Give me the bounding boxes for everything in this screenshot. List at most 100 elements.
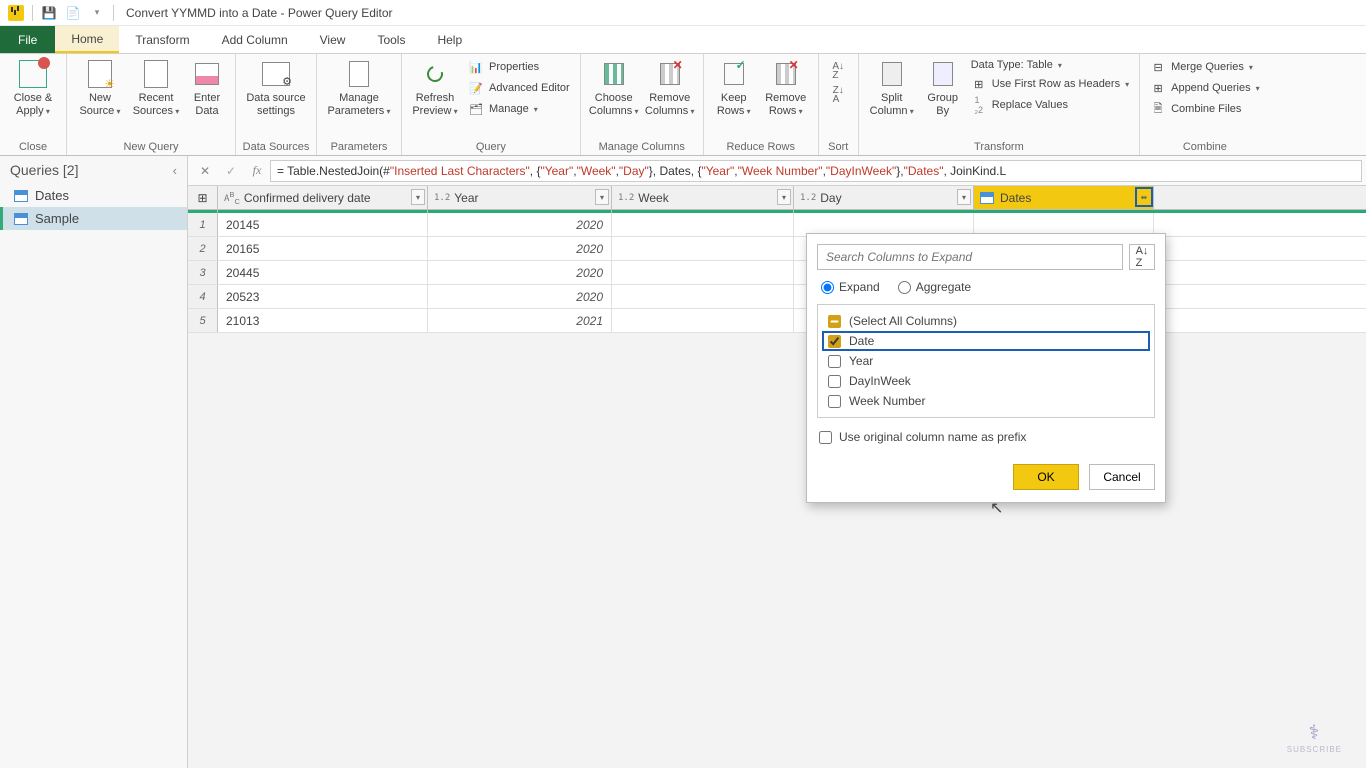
window-title: Convert YYMMD into a Date - Power Query … bbox=[126, 6, 393, 20]
cancel-button[interactable]: Cancel bbox=[1089, 464, 1155, 490]
column-header-day[interactable]: 1.2Day▾ bbox=[794, 186, 974, 209]
merge-queries-button[interactable]: ⊟Merge Queries bbox=[1146, 58, 1264, 76]
cell-confirmed[interactable]: 20145 bbox=[218, 213, 428, 236]
subscribe-watermark: ⚕SUBSCRIBE bbox=[1287, 720, 1342, 754]
check-use-prefix[interactable]: Use original column name as prefix bbox=[819, 430, 1153, 444]
group-close-label: Close bbox=[6, 139, 60, 155]
query-item-dates[interactable]: Dates bbox=[0, 184, 187, 207]
formula-bar: ✕ ✓ fx = Table.NestedJoin(#"Inserted Las… bbox=[188, 156, 1366, 186]
tab-add-column[interactable]: Add Column bbox=[206, 26, 304, 53]
fx-icon[interactable]: fx bbox=[244, 160, 270, 182]
group-by-button[interactable]: Group By bbox=[921, 56, 965, 119]
refresh-preview-button[interactable]: Refresh Preview bbox=[408, 56, 462, 119]
cell-confirmed[interactable]: 20165 bbox=[218, 237, 428, 260]
filter-dropdown-icon[interactable]: ▾ bbox=[957, 189, 971, 205]
search-columns-input[interactable] bbox=[817, 244, 1123, 270]
manage-parameters-button[interactable]: Manage Parameters bbox=[323, 56, 395, 119]
first-row-headers-button[interactable]: ⊞Use First Row as Headers bbox=[967, 75, 1133, 93]
remove-columns-button[interactable]: Remove Columns bbox=[643, 56, 697, 119]
ribbon: Close & Apply Close New Source Recent So… bbox=[0, 54, 1366, 156]
accept-formula-icon[interactable]: ✓ bbox=[218, 160, 244, 182]
filter-dropdown-icon[interactable]: ▾ bbox=[777, 189, 791, 205]
tab-transform[interactable]: Transform bbox=[119, 26, 205, 53]
select-all-icon[interactable]: ⊞ bbox=[188, 186, 218, 209]
save-icon[interactable]: 💾 bbox=[40, 4, 58, 22]
table-icon bbox=[14, 190, 28, 202]
table-row[interactable]: 4 20523 2020 bbox=[188, 285, 1366, 309]
properties-button[interactable]: 📊Properties bbox=[464, 58, 574, 76]
cell-confirmed[interactable]: 20523 bbox=[218, 285, 428, 308]
manage-button[interactable]: 🗂Manage bbox=[464, 100, 574, 118]
tab-tools[interactable]: Tools bbox=[361, 26, 421, 53]
ribbon-tabs: File Home Transform Add Column View Tool… bbox=[0, 26, 1366, 54]
append-queries-button[interactable]: ⊞Append Queries bbox=[1146, 79, 1264, 97]
queries-pane: Queries [2] ‹ Dates Sample bbox=[0, 156, 188, 768]
tab-home[interactable]: Home bbox=[55, 26, 119, 53]
data-source-settings-button[interactable]: Data source settings bbox=[242, 56, 310, 119]
cancel-formula-icon[interactable]: ✕ bbox=[192, 160, 218, 182]
table-row[interactable]: 2 20165 2020 bbox=[188, 237, 1366, 261]
sort-desc-button[interactable]: Z↓A bbox=[833, 86, 844, 104]
radio-aggregate[interactable]: Aggregate bbox=[898, 280, 971, 294]
query-item-sample[interactable]: Sample bbox=[0, 207, 187, 230]
filter-dropdown-icon[interactable]: ▾ bbox=[595, 189, 609, 205]
combine-files-button[interactable]: 🗎Combine Files bbox=[1146, 100, 1264, 118]
replace-values-button[interactable]: 1₂2Replace Values bbox=[967, 96, 1133, 114]
cell-confirmed[interactable]: 21013 bbox=[218, 309, 428, 332]
table-row[interactable]: 3 20445 2020 bbox=[188, 261, 1366, 285]
sort-columns-button[interactable]: A↓Z bbox=[1129, 244, 1155, 270]
cell-year[interactable]: 2020 bbox=[428, 237, 612, 260]
radio-expand[interactable]: Expand bbox=[821, 280, 880, 294]
collapse-queries-icon[interactable]: ‹ bbox=[173, 163, 177, 178]
recent-sources-button[interactable]: Recent Sources bbox=[129, 56, 183, 119]
column-header-week[interactable]: 1.2Week▾ bbox=[612, 186, 794, 209]
sort-asc-button[interactable]: A↓Z bbox=[832, 62, 844, 80]
check-weeknumber[interactable]: Week Number bbox=[822, 391, 1150, 411]
table-row[interactable]: 5 21013 2021 bbox=[188, 309, 1366, 333]
cell-year[interactable]: 2020 bbox=[428, 213, 612, 236]
row-number: 2 bbox=[188, 237, 218, 260]
advanced-editor-button[interactable]: 📝Advanced Editor bbox=[464, 79, 574, 97]
row-number: 1 bbox=[188, 213, 218, 236]
row-number: 5 bbox=[188, 309, 218, 332]
formula-input[interactable]: = Table.NestedJoin(#"Inserted Last Chara… bbox=[270, 160, 1362, 182]
cell-year[interactable]: 2021 bbox=[428, 309, 612, 332]
queries-header-label: Queries [2] bbox=[10, 162, 78, 178]
enter-data-button[interactable]: Enter Data bbox=[185, 56, 229, 119]
new-source-button[interactable]: New Source bbox=[73, 56, 127, 119]
table-row[interactable]: 1 20145 2020 bbox=[188, 213, 1366, 237]
filter-dropdown-icon[interactable]: ▾ bbox=[411, 189, 425, 205]
row-number: 4 bbox=[188, 285, 218, 308]
tab-view[interactable]: View bbox=[304, 26, 362, 53]
table-icon bbox=[14, 213, 28, 225]
tab-file[interactable]: File bbox=[0, 26, 55, 53]
data-type-button[interactable]: Data Type: Table bbox=[967, 58, 1133, 72]
close-apply-button[interactable]: Close & Apply bbox=[6, 56, 60, 119]
title-bar: 💾 📄 ▾ Convert YYMMD into a Date - Power … bbox=[0, 0, 1366, 26]
ok-button[interactable]: OK bbox=[1013, 464, 1079, 490]
check-dayinweek[interactable]: DayInWeek bbox=[822, 371, 1150, 391]
remove-rows-button[interactable]: Remove Rows bbox=[760, 56, 812, 119]
choose-columns-button[interactable]: Choose Columns bbox=[587, 56, 641, 119]
column-list: (Select All Columns) Date Year DayInWeek… bbox=[817, 304, 1155, 418]
table-icon bbox=[980, 192, 994, 204]
tab-help[interactable]: Help bbox=[421, 26, 478, 53]
column-header-confirmed[interactable]: ABCConfirmed delivery date▾ bbox=[218, 186, 428, 209]
undo-icon[interactable]: 📄 bbox=[64, 4, 82, 22]
app-icon bbox=[7, 4, 25, 22]
cell-confirmed[interactable]: 20445 bbox=[218, 261, 428, 284]
data-grid: ⊞ ABCConfirmed delivery date▾ 1.2Year▾ 1… bbox=[188, 186, 1366, 333]
check-select-all[interactable]: (Select All Columns) bbox=[822, 311, 1150, 331]
split-column-button[interactable]: Split Column bbox=[865, 56, 919, 119]
column-header-dates[interactable]: Dates⬌ bbox=[974, 186, 1154, 209]
cell-year[interactable]: 2020 bbox=[428, 261, 612, 284]
column-header-year[interactable]: 1.2Year▾ bbox=[428, 186, 612, 209]
check-year[interactable]: Year bbox=[822, 351, 1150, 371]
row-number: 3 bbox=[188, 261, 218, 284]
expand-column-icon[interactable]: ⬌ bbox=[1135, 187, 1153, 207]
keep-rows-button[interactable]: Keep Rows bbox=[710, 56, 758, 119]
qat-dropdown-icon[interactable]: ▾ bbox=[88, 4, 106, 22]
check-date[interactable]: Date bbox=[822, 331, 1150, 351]
expand-column-popup: A↓Z Expand Aggregate (Select All Columns… bbox=[806, 233, 1166, 503]
cell-year[interactable]: 2020 bbox=[428, 285, 612, 308]
